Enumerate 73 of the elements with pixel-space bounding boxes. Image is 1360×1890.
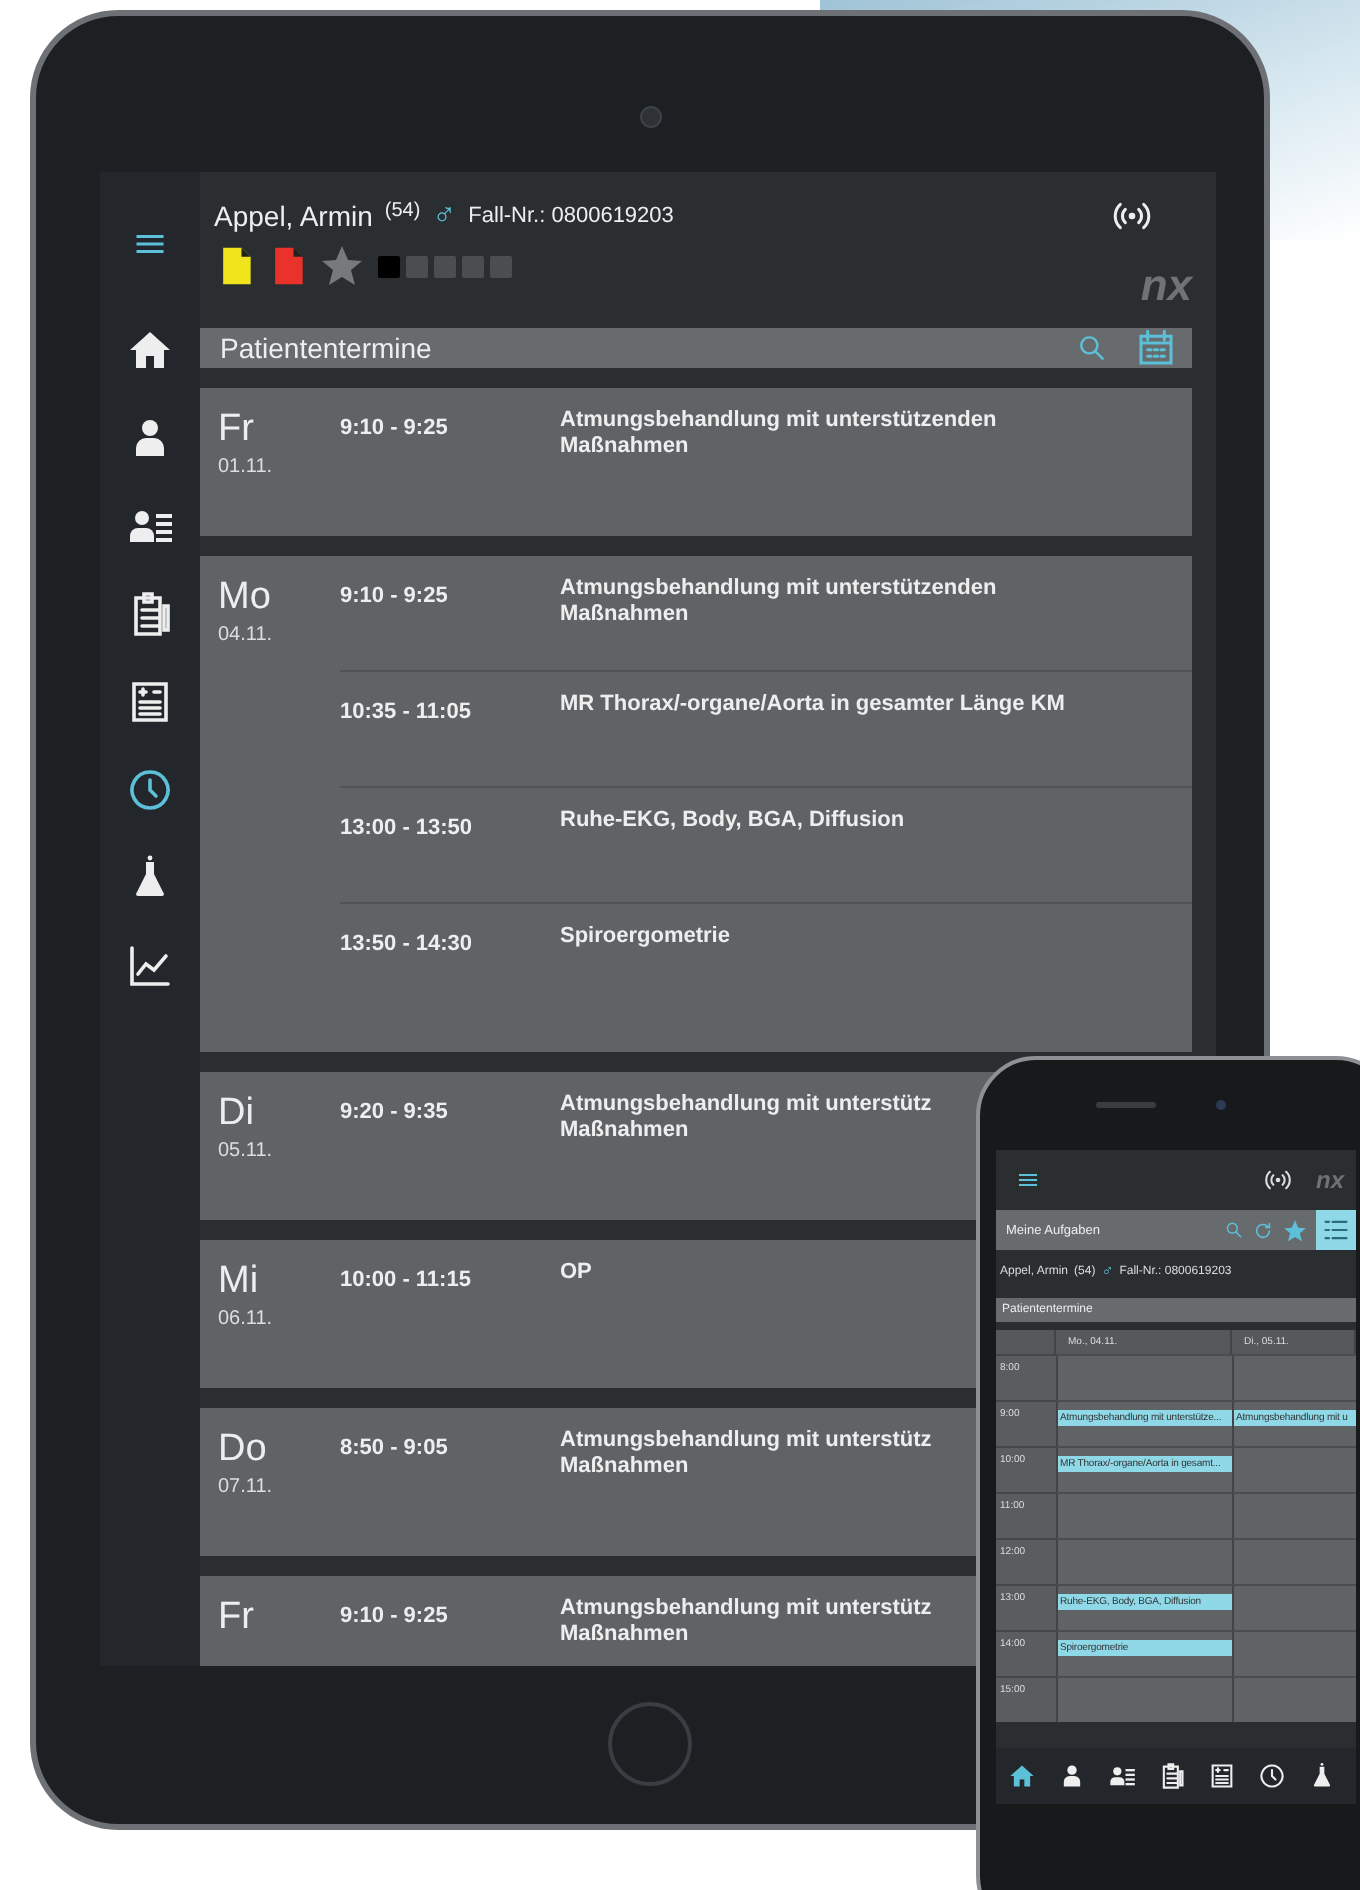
clipboard-icon[interactable]	[1158, 1762, 1186, 1790]
date: 07.11.	[218, 1476, 275, 1498]
weekday: Di	[218, 1092, 256, 1136]
calendar-cell[interactable]	[1232, 1354, 1356, 1400]
calendar-cell[interactable]	[1056, 1354, 1232, 1400]
camera-lens	[640, 106, 662, 128]
gender-symbol: ♂	[432, 198, 457, 234]
appointment-time: 13:50 - 14:30	[340, 932, 475, 956]
home-icon[interactable]	[126, 326, 174, 374]
appointment-title[interactable]: OP	[560, 1260, 592, 1286]
appointment-title[interactable]: Ruhe-EKG, Body, BGA, Diffusion	[560, 808, 905, 834]
patient-name: Appel, Armin	[214, 200, 373, 232]
date: 04.11.	[218, 624, 275, 646]
calendar-cell[interactable]	[1232, 1446, 1356, 1492]
date: 01.11.	[218, 456, 275, 478]
appointment-time: 10:35 - 11:05	[340, 700, 473, 724]
date: 05.11.	[218, 1140, 275, 1162]
appointment-title[interactable]: Spiroergometrie	[560, 924, 730, 950]
case-number: Fall-Nr.: 0800619203	[468, 204, 674, 228]
calendar-cell[interactable]	[1056, 1492, 1232, 1538]
person-list-icon[interactable]	[1108, 1762, 1136, 1790]
speaker-grille	[1096, 1102, 1156, 1108]
clock-icon[interactable]	[126, 766, 174, 814]
appointment-title[interactable]: Atmungsbehandlung mit unterstütz Maßnahmen	[560, 1428, 932, 1480]
calendar-icon[interactable]	[1136, 328, 1176, 368]
calendar-cell[interactable]	[1056, 1676, 1232, 1722]
star-icon[interactable]	[318, 242, 366, 290]
appointment-title[interactable]: MR Thorax/-organe/Aorta in gesamter Länge KM	[560, 692, 1065, 718]
list-view-button[interactable]	[1316, 1210, 1356, 1250]
search-icon[interactable]	[1224, 1220, 1244, 1240]
menu-icon[interactable]	[1016, 1168, 1040, 1192]
logo: nx	[1140, 260, 1192, 312]
appointment-time: 9:10 - 9:25	[340, 1604, 450, 1628]
calendar-cell[interactable]	[1232, 1492, 1356, 1538]
date: 06.11.	[218, 1308, 275, 1330]
calendar-cell[interactable]	[1232, 1584, 1356, 1630]
calendar-corner	[996, 1330, 1056, 1354]
signal-icon	[1263, 1166, 1292, 1194]
appointment-title[interactable]: Atmungsbehandlung mit unterstützenden Maßnahmen	[560, 408, 997, 460]
camera-lens	[1216, 1100, 1226, 1110]
calendar-cell[interactable]	[1232, 1538, 1356, 1584]
appointment-title[interactable]: Atmungsbehandlung mit unterstütz Maßnahmen	[560, 1596, 932, 1648]
search-icon[interactable]	[1076, 332, 1108, 364]
appointment-title[interactable]: Atmungsbehandlung mit unterstützenden Maßnahmen	[560, 576, 997, 628]
person-icon[interactable]	[1058, 1762, 1086, 1790]
appointment-time: 8:50 - 9:05	[340, 1436, 450, 1460]
appointment-time: 9:20 - 9:35	[340, 1100, 450, 1124]
list-icon	[1322, 1216, 1350, 1244]
weekday: Fr	[218, 408, 256, 452]
document-icon[interactable]	[1208, 1762, 1236, 1790]
weekday: Fr	[218, 1596, 256, 1640]
refresh-icon[interactable]	[1252, 1219, 1274, 1241]
chart-icon[interactable]	[126, 942, 174, 990]
document-icon[interactable]	[126, 678, 174, 726]
home-icon[interactable]	[1008, 1762, 1036, 1790]
appointment-time: 9:10 - 9:25	[340, 584, 450, 608]
weekday: Mi	[218, 1260, 261, 1304]
weekday: Do	[218, 1428, 269, 1472]
appointment-time: 9:10 - 9:25	[340, 416, 450, 440]
calendar-cell[interactable]	[1232, 1630, 1356, 1676]
calendar-cell[interactable]	[1056, 1538, 1232, 1584]
flask-icon[interactable]	[1308, 1762, 1336, 1790]
appointment-time: 13:00 - 13:50	[340, 816, 475, 840]
clock-icon[interactable]	[1258, 1762, 1286, 1790]
calendar-cell[interactable]	[1232, 1676, 1356, 1722]
star-icon[interactable]	[1282, 1217, 1308, 1243]
appointment-title[interactable]: Atmungsbehandlung mit unterstütz Maßnahmen	[560, 1092, 932, 1144]
title-text: Patiententermine	[220, 332, 434, 364]
appointment-time: 10:00 - 11:15	[340, 1268, 473, 1292]
weekday: Mo	[218, 576, 273, 620]
patient-age: (54)	[384, 200, 421, 222]
gender-symbol: ♂	[1101, 1262, 1114, 1280]
logo: nx	[1315, 1166, 1344, 1194]
